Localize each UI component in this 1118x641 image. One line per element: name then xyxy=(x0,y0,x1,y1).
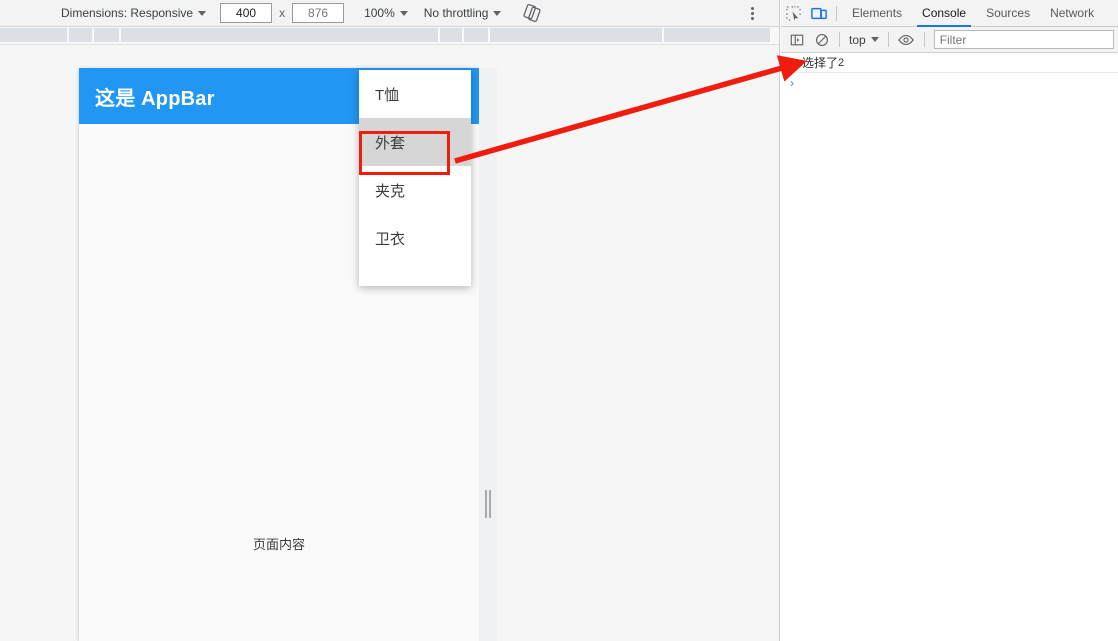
console-sidebar-button[interactable] xyxy=(784,26,809,53)
devtools-tabbar: Elements Console Sources Network xyxy=(781,0,1118,27)
devtools-panel: Elements Console Sources Network top Fil… xyxy=(781,0,1118,641)
chevron-down-icon xyxy=(870,37,879,42)
tab-label: Sources xyxy=(986,5,1031,20)
ruler-tick xyxy=(438,28,440,42)
menu-item-label: 卫衣 xyxy=(375,230,406,248)
prompt-chevron-icon: › xyxy=(790,76,794,90)
dimensions-dropdown[interactable]: Dimensions: Responsive xyxy=(57,0,210,27)
kebab-dot xyxy=(750,17,754,21)
console-log-area[interactable]: 选择了 2 › xyxy=(781,53,1118,93)
toggle-device-toolbar-button[interactable] xyxy=(806,0,831,27)
console-sidebar-icon xyxy=(790,34,803,45)
live-expression-button[interactable] xyxy=(894,26,919,53)
devtools-window: Dimensions: Responsive x 100% No throttl… xyxy=(0,0,1118,641)
ruler-tick xyxy=(462,28,464,42)
menu-item-tshirt[interactable]: T恤 xyxy=(359,70,471,118)
zoom-label: 100% xyxy=(364,6,395,20)
grip-bar xyxy=(489,490,491,518)
inspect-element-icon xyxy=(786,5,801,21)
device-mode-toolbar: Dimensions: Responsive x 100% No throttl… xyxy=(0,0,779,27)
inspect-element-button[interactable] xyxy=(781,0,806,27)
throttling-label: No throttling xyxy=(423,6,489,20)
tab-console[interactable]: Console xyxy=(912,0,976,27)
clear-console-button[interactable] xyxy=(809,26,834,53)
device-toolbar-icon xyxy=(810,7,827,19)
clear-console-icon xyxy=(815,33,828,46)
viewport-height-input[interactable] xyxy=(292,3,345,23)
viewport-width-input[interactable] xyxy=(220,3,273,23)
tab-elements[interactable]: Elements xyxy=(842,0,912,27)
tab-label: Network xyxy=(1050,5,1095,20)
page-content-text: 页面内容 xyxy=(252,537,305,552)
grip-bar xyxy=(485,490,487,518)
toolbar-divider xyxy=(923,32,925,47)
console-message-row[interactable]: 选择了 2 xyxy=(781,53,1118,73)
execution-context-label: top xyxy=(849,32,866,47)
ruler-tick xyxy=(119,28,121,42)
tab-sources[interactable]: Sources xyxy=(976,0,1040,27)
chevron-down-icon xyxy=(198,10,207,16)
toolbar-divider xyxy=(836,5,837,21)
menu-item-label: 夹克 xyxy=(375,182,406,200)
throttling-dropdown[interactable]: No throttling xyxy=(420,0,506,27)
console-input-prompt[interactable]: › xyxy=(781,73,1118,93)
ruler-tick xyxy=(662,28,664,42)
console-message-number: 2 xyxy=(838,56,845,69)
device-emulation-pane: Dimensions: Responsive x 100% No throttl… xyxy=(0,0,780,641)
viewport-width-wrapper: x xyxy=(210,0,348,27)
toolbar-divider xyxy=(887,32,889,47)
kebab-dot xyxy=(750,12,754,15)
execution-context-dropdown[interactable]: top xyxy=(845,33,883,47)
ruler-tick xyxy=(92,28,94,42)
console-filter-input[interactable] xyxy=(933,30,1114,49)
console-message-text: 选择了 xyxy=(802,56,839,70)
chevron-down-icon xyxy=(399,10,408,16)
tab-label: Console xyxy=(922,5,967,20)
tab-network[interactable]: Network xyxy=(1040,0,1104,27)
viewport-resize-handle[interactable] xyxy=(485,490,492,518)
zoom-dropdown[interactable]: 100% xyxy=(360,0,412,27)
ruler-band xyxy=(0,28,770,42)
menu-item-jacket[interactable]: 夹克 xyxy=(359,166,471,214)
ruler-tick xyxy=(67,28,69,42)
toolbar-more-options-button[interactable] xyxy=(742,0,762,27)
live-expression-eye-icon xyxy=(898,34,915,45)
console-toolbar: top xyxy=(781,27,1118,53)
ruler-tick xyxy=(488,28,490,42)
dimension-separator: x xyxy=(279,6,286,20)
menu-item-label: 外套 xyxy=(375,134,406,152)
chevron-down-icon xyxy=(493,10,502,16)
rotate-orientation-button[interactable] xyxy=(517,0,547,27)
viewport-resize-strip[interactable] xyxy=(479,68,497,641)
app-bar-title: 这是 AppBar xyxy=(95,87,215,110)
dimensions-label: Dimensions: Responsive xyxy=(61,6,194,20)
kebab-dot xyxy=(750,6,754,10)
rotate-icon xyxy=(523,3,542,23)
toolbar-left-spacer xyxy=(0,13,57,14)
dropdown-menu[interactable]: T恤 外套 夹克 卫衣 xyxy=(359,70,471,286)
toolbar-divider xyxy=(839,32,840,47)
viewport-ruler[interactable] xyxy=(0,27,779,45)
tab-label: Elements xyxy=(852,5,903,20)
menu-item-label: T恤 xyxy=(375,86,400,104)
menu-item-coat[interactable]: 外套 xyxy=(359,118,471,166)
menu-item-hoodie[interactable]: 卫衣 xyxy=(359,214,471,262)
